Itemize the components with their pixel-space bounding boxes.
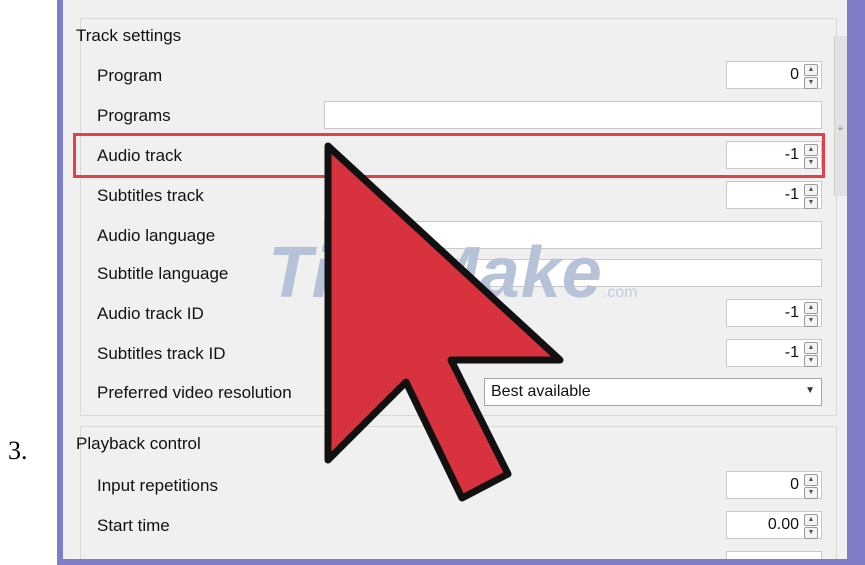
start-time-label: Start time — [97, 516, 170, 535]
dropdown-arrow-icon[interactable]: ▼ — [805, 385, 815, 396]
program-row: Program 0 ▲ ▼ — [63, 58, 847, 98]
input-repetitions-spinbox[interactable]: 0 ▲ ▼ — [726, 471, 822, 499]
spin-arrows-icon[interactable]: ▲ ▼ — [804, 184, 818, 209]
start-time-row: Start time 0.00 ▲ ▼ — [63, 508, 847, 548]
programs-field[interactable] — [324, 101, 822, 129]
watermark-brand: TipsMake — [268, 233, 603, 313]
spin-arrows-icon[interactable]: ▲ ▼ — [804, 342, 818, 367]
subtitles-track-id-spinbox[interactable]: -1 ▲ ▼ — [726, 339, 822, 367]
program-spinbox[interactable]: 0 ▲ ▼ — [726, 61, 822, 89]
subtitles-track-id-value[interactable]: -1 — [785, 344, 799, 362]
spin-arrows-icon[interactable]: ▲ ▼ — [804, 64, 818, 89]
preferred-video-resolution-label: Preferred video resolution — [97, 383, 292, 402]
programs-label: Programs — [97, 106, 171, 125]
preferred-video-resolution-row: Preferred video resolution Best availabl… — [63, 375, 847, 415]
audio-track-id-spinbox[interactable]: -1 ▲ ▼ — [726, 299, 822, 327]
watermark-logo: TipsMake.com — [268, 232, 637, 314]
subtitles-track-id-row: Subtitles track ID -1 ▲ ▼ — [63, 336, 847, 376]
audio-track-highlight-box — [73, 133, 825, 178]
playback-control-title: Playback control — [76, 434, 201, 453]
stop-time-row — [63, 548, 847, 559]
input-repetitions-value[interactable]: 0 — [790, 476, 799, 494]
subtitles-track-spinbox[interactable]: -1 ▲ ▼ — [726, 181, 822, 209]
watermark-suffix: .com — [602, 284, 638, 301]
subtitles-track-id-label: Subtitles track ID — [97, 344, 226, 363]
start-time-value[interactable]: 0.00 — [768, 516, 799, 534]
track-settings-title: Track settings — [76, 26, 182, 45]
program-label: Program — [97, 66, 163, 85]
start-time-spinbox[interactable]: 0.00 ▲ ▼ — [726, 511, 822, 539]
audio-track-id-value[interactable]: -1 — [785, 304, 799, 322]
stop-time-spinbox[interactable] — [726, 551, 822, 559]
spin-arrows-icon[interactable]: ▲ ▼ — [804, 302, 818, 327]
spin-arrows-icon[interactable]: ▲ ▼ — [804, 474, 818, 499]
audio-track-id-label: Audio track ID — [97, 304, 204, 323]
subtitles-track-value[interactable]: -1 — [785, 186, 799, 204]
spin-arrows-icon[interactable]: ▲ ▼ — [804, 514, 818, 539]
subtitles-track-label: Subtitles track — [97, 186, 204, 205]
preferred-video-resolution-value[interactable]: Best available — [491, 383, 591, 401]
subtitles-track-row: Subtitles track -1 ▲ ▼ — [63, 178, 847, 218]
audio-language-label: Audio language — [97, 226, 216, 245]
input-repetitions-label: Input repetitions — [97, 476, 218, 495]
preferred-video-resolution-select[interactable]: Best available ▼ — [484, 378, 822, 406]
input-repetitions-row: Input repetitions 0 ▲ ▼ — [63, 468, 847, 508]
vertical-scrollbar[interactable]: ≡ — [834, 36, 847, 196]
programs-row: Programs — [63, 98, 847, 138]
program-value[interactable]: 0 — [790, 66, 799, 84]
subtitle-language-label: Subtitle language — [97, 264, 229, 283]
scroll-grip-icon[interactable]: ≡ — [838, 125, 844, 146]
step-number: 3. — [8, 436, 28, 465]
